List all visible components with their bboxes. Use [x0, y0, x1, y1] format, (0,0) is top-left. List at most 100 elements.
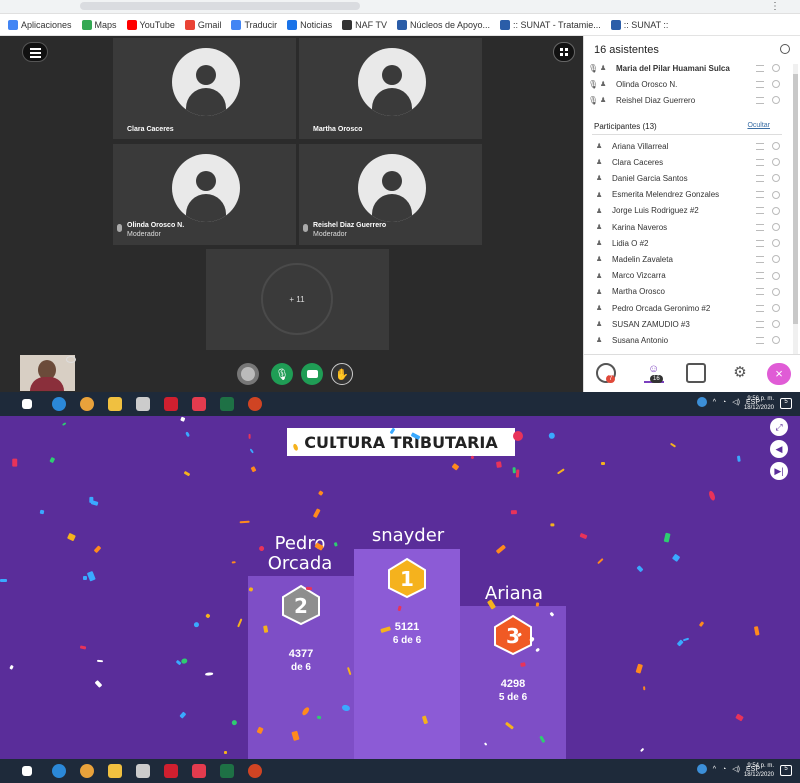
browser-menu-icon[interactable]: ⋮	[770, 2, 786, 12]
options-icon[interactable]	[756, 142, 764, 150]
folder-icon[interactable]	[108, 764, 122, 778]
more-icon[interactable]	[772, 304, 780, 312]
eye-icon[interactable]	[66, 356, 76, 363]
settings-icon[interactable]: ⚙	[730, 363, 750, 383]
participant-row[interactable]: ♟ Susana Antonio	[584, 332, 794, 348]
moderator-row[interactable]: 🎙 ♟ Maria del Pilar Huamani Sulca	[584, 60, 794, 76]
browser-address-bar[interactable]: ⋮	[0, 0, 800, 14]
options-icon[interactable]	[756, 96, 764, 104]
participant-row[interactable]: ♟ Madelin Zavaleta	[584, 251, 794, 267]
clock[interactable]: 9:56 p. m. 18/12/2020	[744, 395, 774, 413]
raise-hand-button[interactable]: ✋	[331, 363, 353, 385]
up-arrow-icon[interactable]: ^	[713, 399, 716, 406]
paint-icon[interactable]	[136, 397, 150, 411]
moderator-row[interactable]: 🎙 ♟ Olinda Orosco N.	[584, 76, 794, 92]
participant-row[interactable]: ♟ Marco Vizcarra	[584, 268, 794, 284]
bookmark-item[interactable]: YouTube	[126, 19, 175, 30]
participant-row[interactable]: ♟ Clara Caceres	[584, 154, 794, 170]
collapse-icon[interactable]	[780, 44, 790, 54]
bookmark-item[interactable]: NAF TV	[342, 19, 387, 30]
more-icon[interactable]	[772, 255, 780, 264]
more-icon[interactable]	[772, 96, 780, 104]
participant-row[interactable]: ♟ Lidia O #2	[584, 235, 794, 251]
excel-icon[interactable]	[220, 397, 234, 411]
more-icon[interactable]	[772, 142, 780, 150]
up-arrow-icon[interactable]: ^	[713, 766, 716, 773]
participant-row[interactable]: ♟ Karina Naveros	[584, 219, 794, 235]
chrome-icon[interactable]	[80, 397, 94, 411]
folder-icon[interactable]	[108, 397, 122, 411]
more-icon[interactable]	[772, 336, 780, 345]
more-participants-tile[interactable]: + 11	[206, 249, 389, 350]
share-icon[interactable]	[686, 363, 706, 383]
bookmark-item[interactable]: :: SUNAT - Tratamie...	[500, 19, 601, 30]
powerpoint-icon[interactable]	[248, 764, 262, 778]
hide-link[interactable]: Ocultar	[747, 122, 770, 129]
netflix-icon[interactable]	[164, 764, 178, 778]
participant-tile[interactable]: Reishel Diaz Guerrero Moderador	[299, 144, 482, 245]
options-icon[interactable]	[756, 158, 764, 166]
more-icon[interactable]	[772, 80, 780, 88]
skip-icon[interactable]: ▶|	[770, 462, 788, 480]
bookmark-item[interactable]: Maps	[81, 19, 117, 30]
sound-icon[interactable]: ◀	[770, 440, 788, 458]
bookmark-item[interactable]: Noticias	[287, 19, 332, 30]
close-icon[interactable]: ×	[767, 363, 791, 385]
options-icon[interactable]	[756, 80, 764, 88]
profile-status-button[interactable]	[237, 363, 259, 385]
participant-row[interactable]: ♟ Jorge Luis Rodriguez #2	[584, 203, 794, 219]
bookmark-item[interactable]: Aplicaciones	[8, 19, 72, 30]
bookmark-item[interactable]: Traducir	[231, 19, 277, 30]
fullscreen-icon[interactable]: ⤢	[770, 418, 788, 436]
options-icon[interactable]	[756, 239, 764, 247]
grid-view-button[interactable]	[553, 42, 575, 62]
volume-icon[interactable]: ◁)	[732, 398, 740, 406]
edge-icon[interactable]	[52, 764, 66, 778]
more-icon[interactable]	[772, 239, 780, 248]
participant-row[interactable]: ♟ Daniel Garcia Santos	[584, 170, 794, 186]
options-icon[interactable]	[756, 207, 764, 215]
moderator-row[interactable]: 🎙 ♟ Reishel Diaz Guerrero	[584, 92, 794, 108]
more-icon[interactable]	[772, 271, 780, 280]
url-field[interactable]	[80, 2, 360, 10]
participant-row[interactable]: ♟ Ariana Villarreal	[584, 138, 794, 154]
participant-tile[interactable]: Clara Caceres	[113, 38, 296, 139]
network-icon[interactable]	[696, 764, 707, 774]
windows-start-icon[interactable]	[22, 766, 32, 776]
options-icon[interactable]	[756, 174, 764, 182]
volume-icon[interactable]: ◁)	[732, 765, 740, 773]
bookmark-item[interactable]: Gmail	[184, 19, 221, 30]
wifi-icon[interactable]: ◔	[722, 766, 726, 773]
options-icon[interactable]	[756, 336, 764, 344]
participant-row[interactable]: ♟ SUSAN ZAMUDIO #3	[584, 316, 794, 332]
excel-icon[interactable]	[220, 764, 234, 778]
notification-icon[interactable]: 5	[780, 398, 792, 409]
netflix-icon[interactable]	[164, 397, 178, 411]
paint-icon[interactable]	[136, 764, 150, 778]
options-icon[interactable]	[756, 223, 764, 231]
powerpoint-icon[interactable]	[248, 397, 262, 411]
attendees-icon[interactable]: ☺ 16	[644, 363, 664, 383]
clock[interactable]: 9:54 p. m. 18/12/2020	[744, 762, 774, 780]
camera-button[interactable]	[301, 363, 323, 385]
more-icon[interactable]	[772, 206, 780, 215]
options-icon[interactable]	[756, 320, 764, 328]
options-icon[interactable]	[756, 288, 764, 296]
options-icon[interactable]	[756, 304, 764, 312]
app-icon[interactable]	[192, 397, 206, 411]
chrome-icon[interactable]	[80, 764, 94, 778]
participant-row[interactable]: ♟ Martha Orosco	[584, 284, 794, 300]
edge-icon[interactable]	[52, 397, 66, 411]
participant-row[interactable]: ♟ Pedro Orcada Geronimo #2	[584, 300, 794, 316]
options-icon[interactable]	[756, 255, 764, 263]
participant-row[interactable]: ♟ Esmerita Melendrez Gonzales	[584, 187, 794, 203]
network-icon[interactable]	[696, 397, 707, 407]
windows-start-icon[interactable]	[22, 399, 32, 409]
wifi-icon[interactable]: ◔	[722, 399, 726, 406]
more-icon[interactable]	[772, 190, 780, 199]
session-menu-button[interactable]	[22, 42, 48, 62]
participant-tile[interactable]: Martha Orosco	[299, 38, 482, 139]
participant-tile[interactable]: Olinda Orosco N. Moderador	[113, 144, 296, 245]
more-icon[interactable]	[772, 158, 780, 167]
more-icon[interactable]	[772, 223, 780, 231]
